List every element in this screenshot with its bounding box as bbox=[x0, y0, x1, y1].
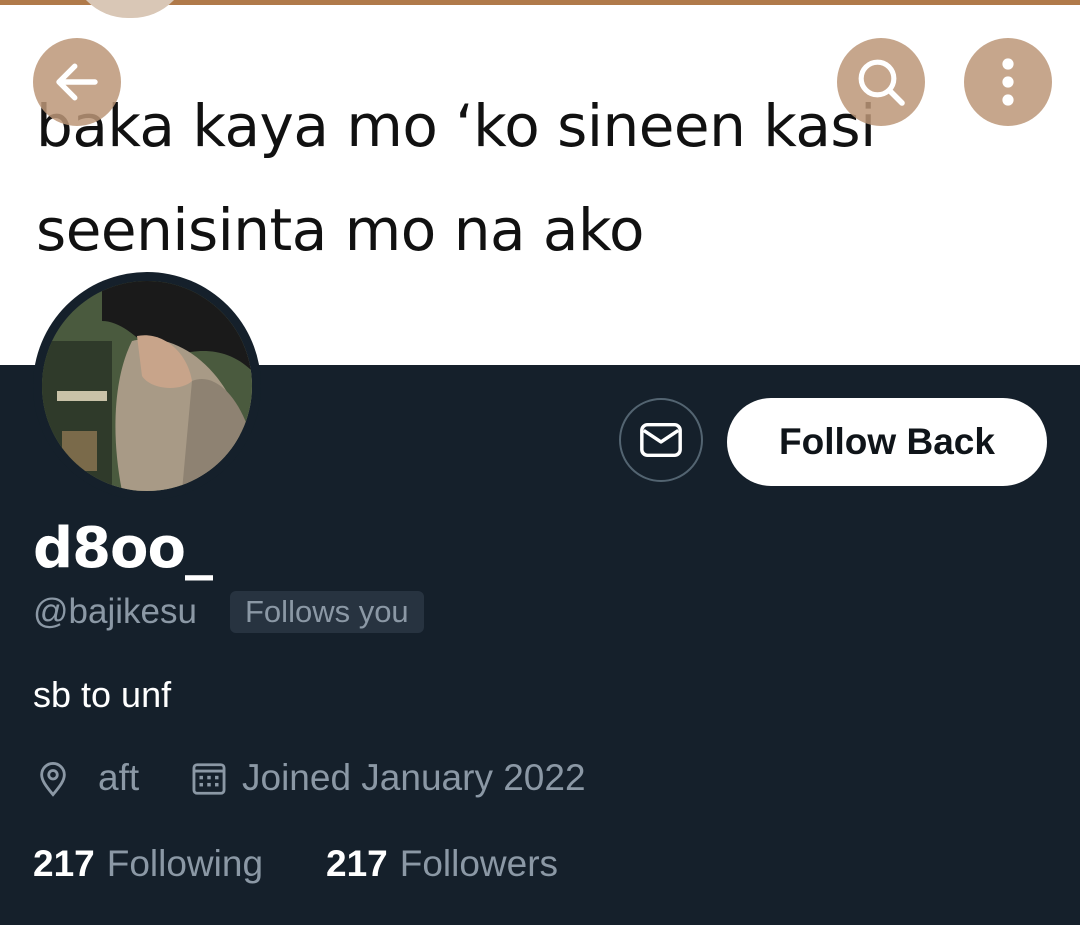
avatar-photo bbox=[42, 281, 252, 491]
followers-count: 217 bbox=[326, 843, 388, 884]
mail-icon bbox=[640, 422, 682, 458]
banner-text-line-1: baka kaya mo ‘ko sineen kasi bbox=[36, 92, 876, 160]
message-button[interactable] bbox=[619, 398, 703, 482]
profile-location: aft bbox=[98, 757, 140, 798]
follow-back-button[interactable]: Follow Back bbox=[727, 398, 1047, 486]
search-button[interactable] bbox=[837, 38, 925, 126]
location-pin-icon bbox=[40, 762, 66, 797]
profile-avatar[interactable] bbox=[33, 272, 261, 500]
search-icon bbox=[858, 59, 905, 106]
calendar-icon bbox=[192, 763, 226, 795]
more-vertical-icon bbox=[1002, 58, 1014, 106]
followers-link[interactable]: 217 Followers bbox=[326, 843, 558, 885]
followers-label: Followers bbox=[399, 843, 559, 884]
arrow-left-icon bbox=[56, 63, 98, 101]
joined-date: Joined January 2022 bbox=[242, 757, 586, 798]
user-handle: @bajikesu bbox=[33, 592, 197, 631]
follows-you-badge: Follows you bbox=[230, 591, 424, 633]
banner-text-line-2: seenisinta mo na ako bbox=[36, 196, 644, 264]
more-options-button[interactable] bbox=[964, 38, 1052, 126]
following-link[interactable]: 217 Following bbox=[33, 843, 263, 885]
back-button[interactable] bbox=[33, 38, 121, 126]
display-name: d8oo_ bbox=[33, 516, 213, 581]
following-label: Following bbox=[106, 843, 264, 884]
following-count: 217 bbox=[33, 843, 95, 884]
profile-bio: sb to unf bbox=[33, 674, 172, 715]
avatar-illustration bbox=[42, 281, 252, 491]
